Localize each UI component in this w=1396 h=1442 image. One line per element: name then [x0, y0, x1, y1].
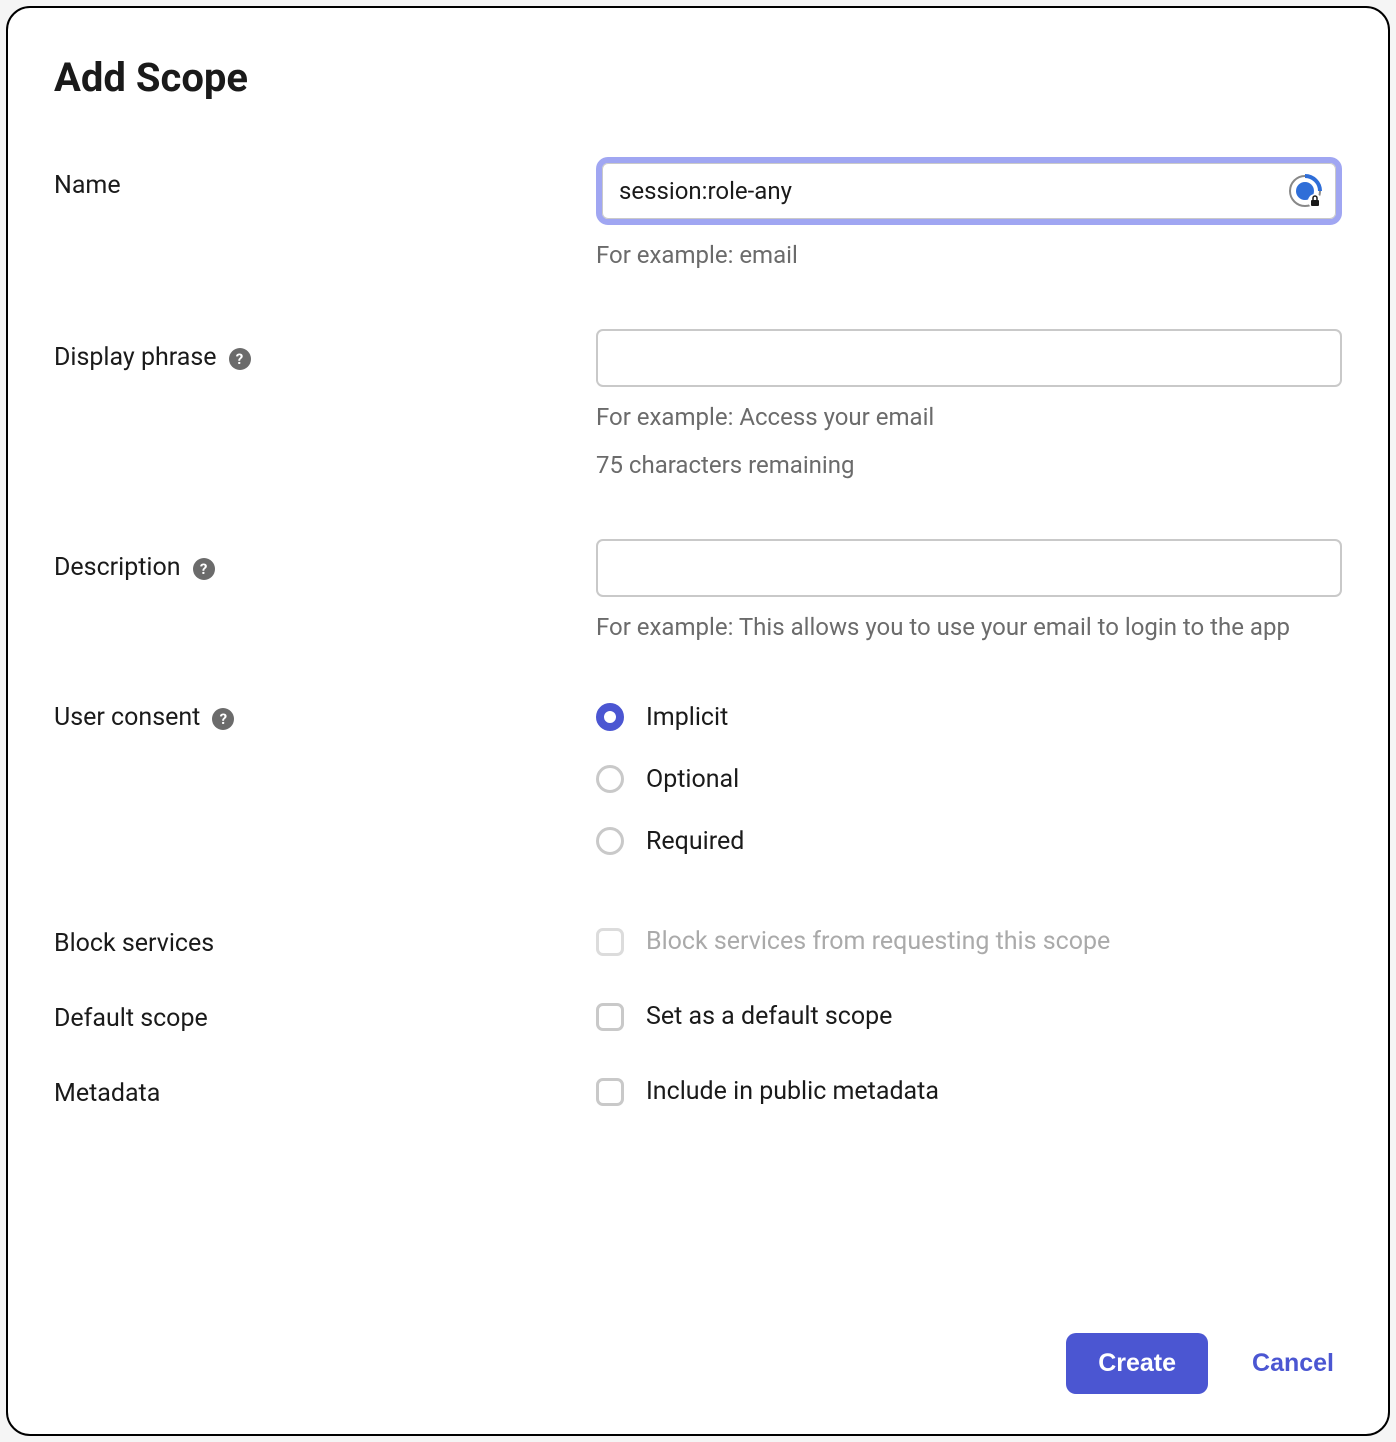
user-consent-radio-group: Implicit Optional Required — [596, 701, 1342, 857]
label-col-default-scope: Default scope — [54, 1002, 596, 1033]
label-col-display-phrase: Display phrase ? — [54, 329, 596, 483]
default-scope-checkbox[interactable]: Set as a default scope — [596, 1002, 1342, 1031]
radio-implicit[interactable]: Implicit — [596, 701, 1342, 733]
password-manager-icon[interactable] — [1288, 174, 1322, 208]
metadata-checkbox[interactable]: Include in public metadata — [596, 1077, 1342, 1106]
user-consent-label: User consent — [54, 703, 200, 732]
block-services-checkbox-label: Block services from requesting this scop… — [646, 927, 1110, 956]
help-icon[interactable]: ? — [212, 708, 234, 730]
label-col-user-consent: User consent ? — [54, 701, 596, 857]
checkbox-box-block-services — [596, 928, 624, 956]
display-phrase-input-wrapper — [596, 329, 1342, 387]
dialog-button-row: Create Cancel — [1066, 1333, 1334, 1394]
radio-label-implicit: Implicit — [646, 703, 728, 732]
add-scope-dialog: Add Scope Name For exampl — [6, 6, 1390, 1436]
metadata-label: Metadata — [54, 1079, 160, 1108]
field-col-description: For example: This allows you to use your… — [596, 539, 1342, 645]
label-col-metadata: Metadata — [54, 1077, 596, 1108]
label-col-block-services: Block services — [54, 927, 596, 958]
row-description: Description ? For example: This allows y… — [54, 539, 1342, 645]
name-hint: For example: email — [596, 237, 1342, 273]
create-button[interactable]: Create — [1066, 1333, 1208, 1394]
block-services-checkbox: Block services from requesting this scop… — [596, 927, 1342, 956]
row-default-scope: Default scope Set as a default scope — [54, 1002, 1342, 1033]
radio-circle-required — [596, 827, 624, 855]
field-col-block-services: Block services from requesting this scop… — [596, 927, 1342, 958]
name-input[interactable] — [602, 163, 1336, 219]
field-col-default-scope: Set as a default scope — [596, 1002, 1342, 1033]
row-block-services: Block services Block services from reque… — [54, 927, 1342, 958]
radio-label-required: Required — [646, 827, 744, 856]
field-col-display-phrase: For example: Access your email 75 charac… — [596, 329, 1342, 483]
cancel-button[interactable]: Cancel — [1252, 1349, 1334, 1378]
name-input-wrapper — [596, 157, 1342, 225]
row-display-phrase: Display phrase ? For example: Access you… — [54, 329, 1342, 483]
row-metadata: Metadata Include in public metadata — [54, 1077, 1342, 1108]
radio-circle-implicit — [596, 703, 624, 731]
description-input[interactable] — [596, 539, 1342, 597]
row-name: Name For example: email — [54, 157, 1342, 273]
display-phrase-label: Display phrase — [54, 343, 217, 372]
help-icon[interactable]: ? — [229, 348, 251, 370]
radio-optional[interactable]: Optional — [596, 763, 1342, 795]
row-user-consent: User consent ? Implicit Optional Require… — [54, 701, 1342, 857]
dialog-title: Add Scope — [54, 54, 1342, 101]
radio-label-optional: Optional — [646, 765, 739, 794]
description-hint: For example: This allows you to use your… — [596, 609, 1342, 645]
field-col-metadata: Include in public metadata — [596, 1077, 1342, 1108]
label-col-description: Description ? — [54, 539, 596, 645]
radio-required[interactable]: Required — [596, 825, 1342, 857]
label-col-name: Name — [54, 157, 596, 273]
display-phrase-hint2: 75 characters remaining — [596, 447, 1342, 483]
help-icon[interactable]: ? — [193, 558, 215, 580]
default-scope-checkbox-label: Set as a default scope — [646, 1002, 892, 1031]
name-label: Name — [54, 171, 121, 200]
checkbox-box-metadata — [596, 1078, 624, 1106]
description-label: Description — [54, 553, 181, 582]
block-services-label: Block services — [54, 929, 214, 958]
field-col-user-consent: Implicit Optional Required — [596, 701, 1342, 857]
checkbox-box-default-scope — [596, 1003, 624, 1031]
default-scope-label: Default scope — [54, 1004, 208, 1033]
metadata-checkbox-label: Include in public metadata — [646, 1077, 939, 1106]
radio-circle-optional — [596, 765, 624, 793]
display-phrase-hint1: For example: Access your email — [596, 399, 1342, 435]
description-input-wrapper — [596, 539, 1342, 597]
display-phrase-input[interactable] — [596, 329, 1342, 387]
field-col-name: For example: email — [596, 157, 1342, 273]
